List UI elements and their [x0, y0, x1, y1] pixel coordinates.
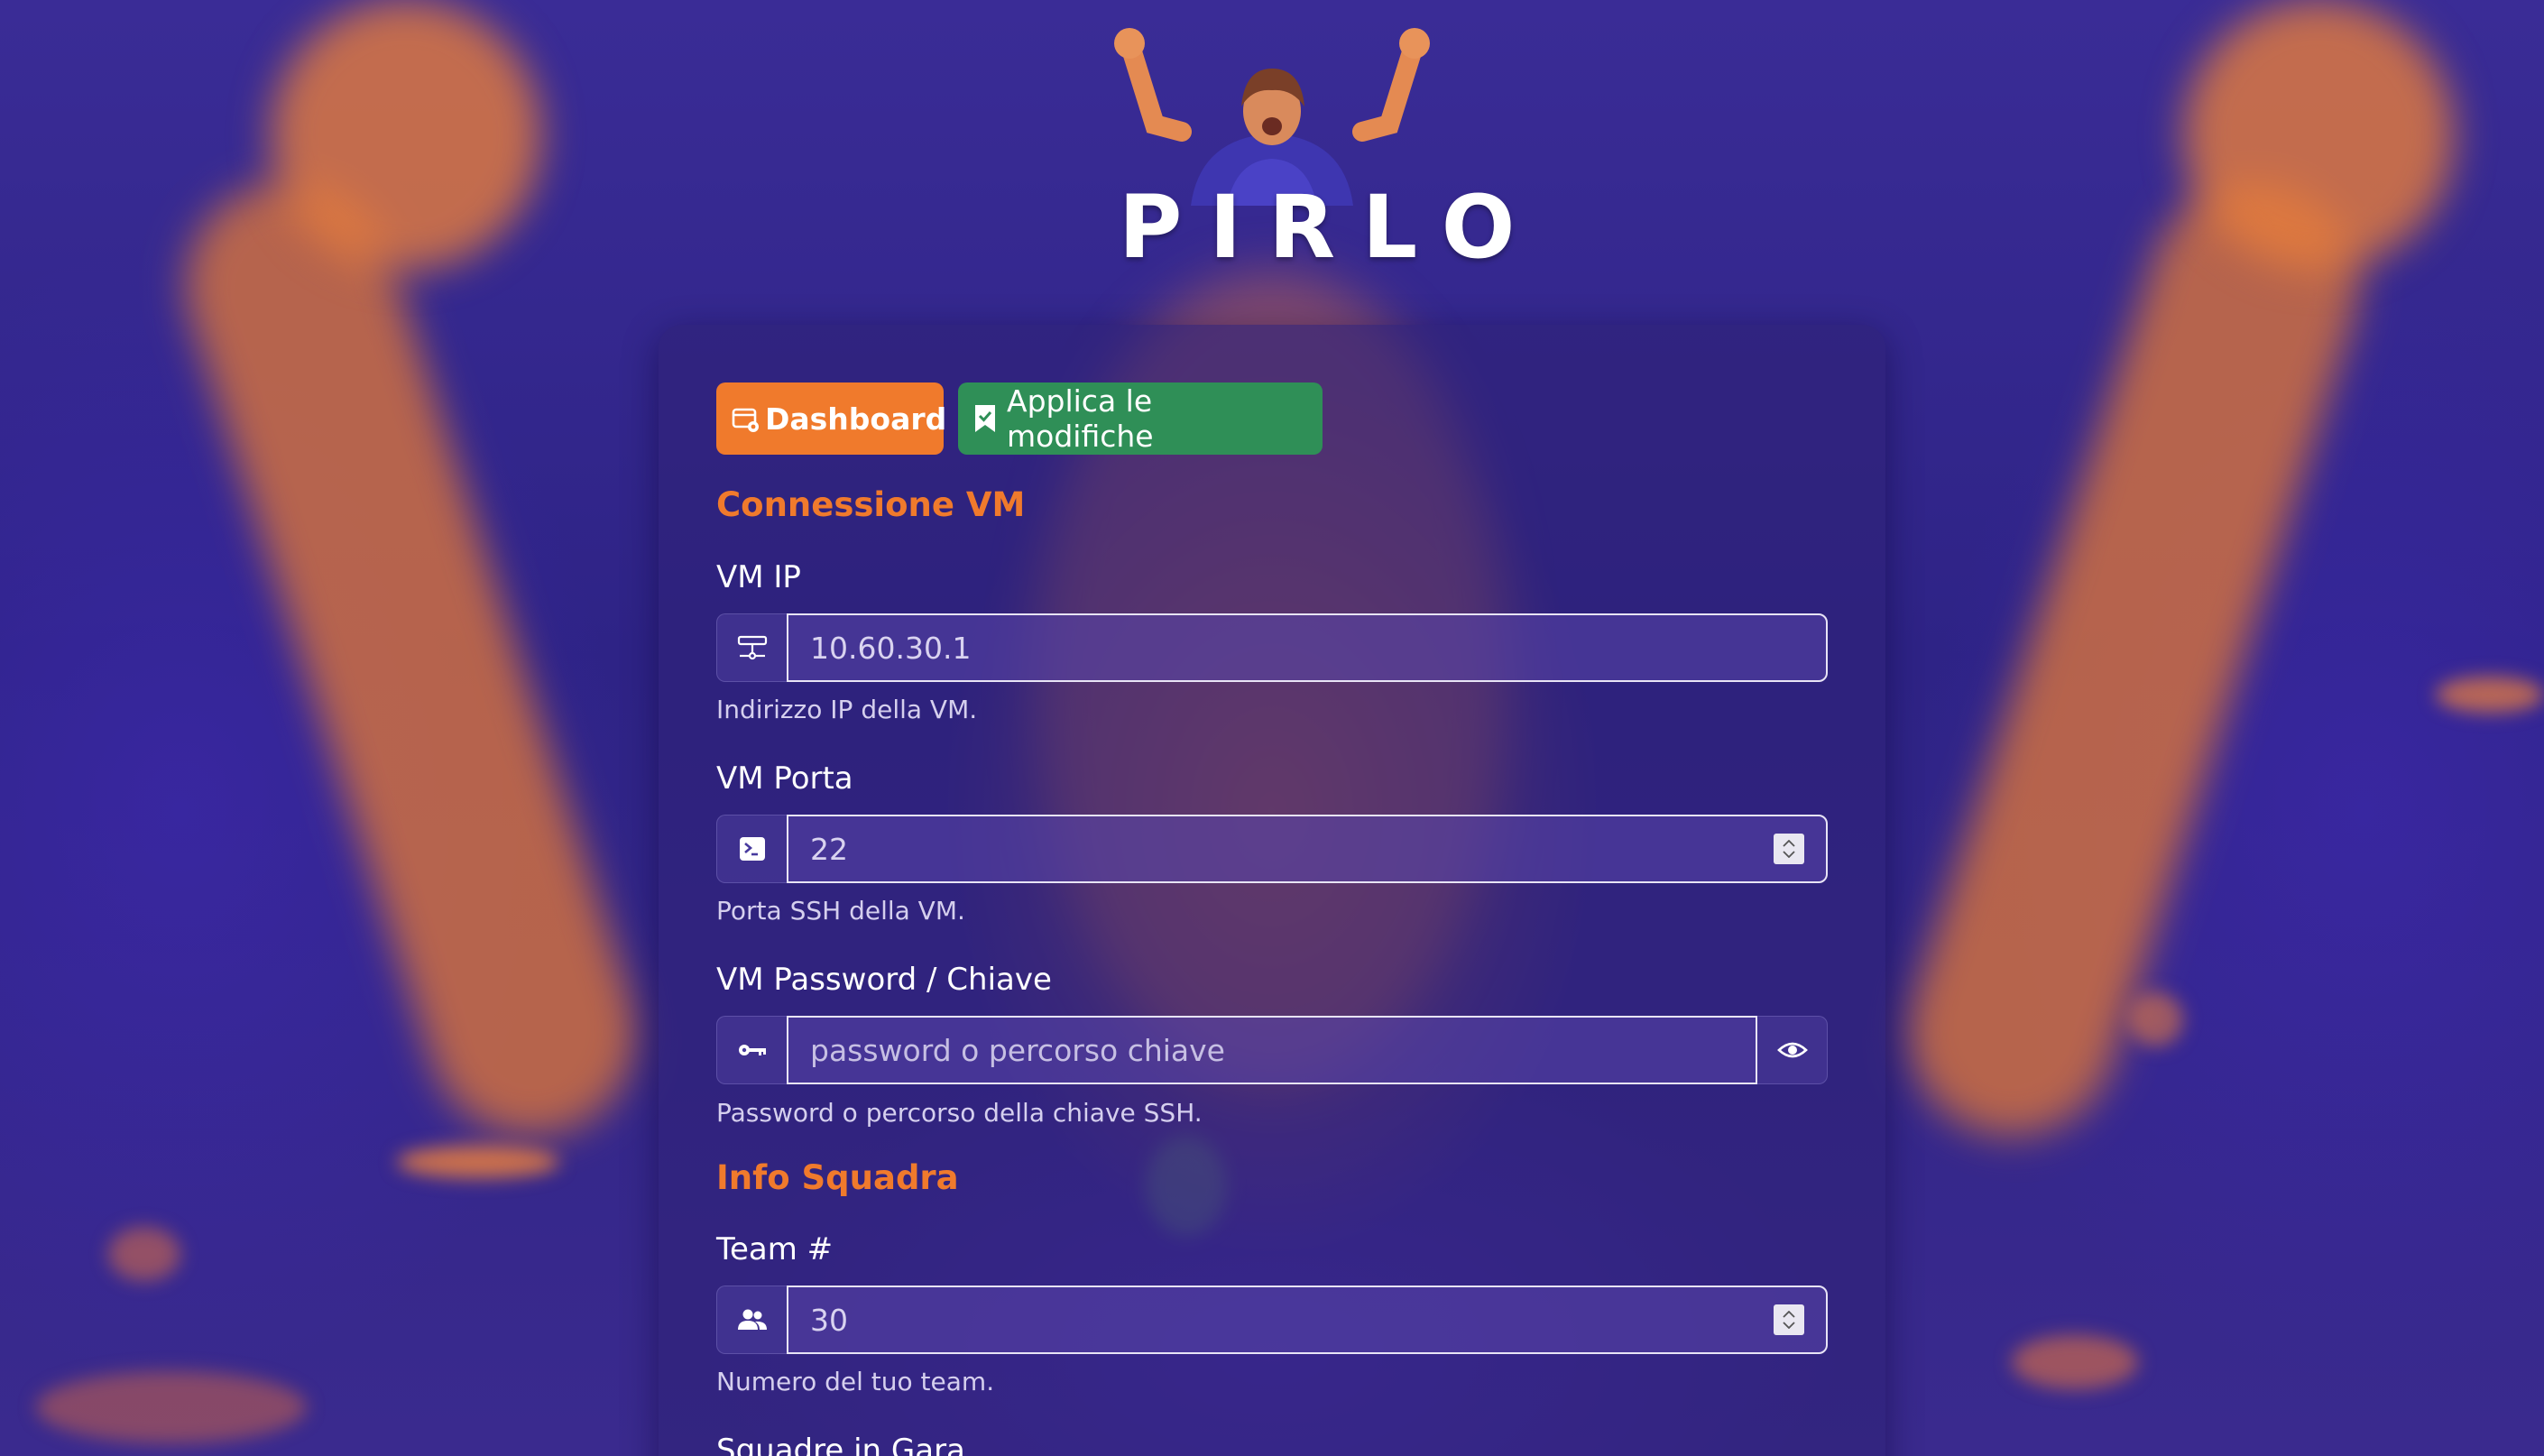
vm-password-addon: [716, 1016, 787, 1084]
vm-port-addon: [716, 815, 787, 883]
background-light: [397, 1146, 559, 1178]
apply-changes-button-label: Applica le modifiche: [1007, 383, 1154, 454]
eye-icon: [1776, 1042, 1808, 1058]
background-right-fist: [2183, 0, 2454, 271]
people-icon: [737, 1309, 767, 1330]
team-number-spinner[interactable]: [1774, 1304, 1804, 1335]
team-number-addon: [716, 1286, 787, 1354]
team-number-field[interactable]: [787, 1286, 1828, 1354]
chevron-down-icon: [1783, 851, 1795, 858]
vm-ip-help: Indirizzo IP della VM.: [716, 695, 978, 724]
background-light: [108, 1227, 180, 1281]
background-light: [2436, 677, 2544, 713]
team-number-input-group: [716, 1286, 1828, 1354]
vm-password-input-group: [716, 1016, 1828, 1084]
chevron-up-icon: [1783, 1311, 1795, 1318]
background-left-arm: [158, 154, 663, 1163]
team-number-input[interactable]: [810, 1302, 1774, 1338]
team-number-help: Numero del tuo team.: [716, 1367, 995, 1396]
server-icon: [737, 635, 767, 660]
vm-port-input-group: [716, 815, 1828, 883]
brand-logo: PIRLO: [1092, 25, 1515, 278]
vm-port-spinner[interactable]: [1774, 834, 1804, 864]
vm-port-input[interactable]: [810, 831, 1774, 867]
vm-password-input[interactable]: [810, 1032, 1734, 1068]
background-light: [2012, 1335, 2138, 1389]
section-title-vm-connection: Connessione VM: [716, 485, 1026, 524]
vm-password-help: Password o percorso della chiave SSH.: [716, 1098, 1203, 1128]
apply-changes-button[interactable]: Applica le modifiche: [958, 382, 1323, 455]
dashboard-icon: [732, 408, 759, 432]
team-number-label: Team #: [716, 1231, 834, 1267]
chevron-down-icon: [1783, 1322, 1795, 1329]
background-light: [36, 1371, 307, 1443]
vm-port-help: Porta SSH della VM.: [716, 896, 965, 926]
key-icon: [738, 1045, 766, 1055]
toggle-password-visibility-button[interactable]: [1757, 1016, 1828, 1084]
terminal-icon: [739, 837, 765, 861]
vm-ip-addon: [716, 613, 787, 682]
vm-port-field[interactable]: [787, 815, 1828, 883]
brand-logo-text: PIRLO: [1119, 177, 1543, 278]
chevron-up-icon: [1783, 840, 1795, 847]
dashboard-button-label: Dashboard: [765, 401, 947, 437]
background-left-fist: [271, 0, 541, 271]
dashboard-button[interactable]: Dashboard: [716, 382, 947, 455]
vm-ip-input[interactable]: [810, 630, 1804, 666]
teams-in-race-label: Squadre in Gara: [716, 1433, 965, 1456]
vm-ip-input-group: [716, 613, 1828, 682]
vm-password-field[interactable]: [787, 1016, 1757, 1084]
vm-port-label: VM Porta: [716, 760, 853, 797]
vm-ip-label: VM IP: [716, 559, 801, 595]
section-title-team-info: Info Squadra: [716, 1158, 959, 1197]
toolbar: Dashboard Applica le modifiche: [716, 382, 1323, 455]
vm-ip-field[interactable]: [787, 613, 1828, 682]
background-light: [2129, 992, 2183, 1046]
settings-card: Dashboard Applica le modifiche Connessio…: [659, 325, 1885, 1456]
bookmark-check-icon: [975, 405, 995, 432]
vm-password-label: VM Password / Chiave: [716, 962, 1052, 998]
